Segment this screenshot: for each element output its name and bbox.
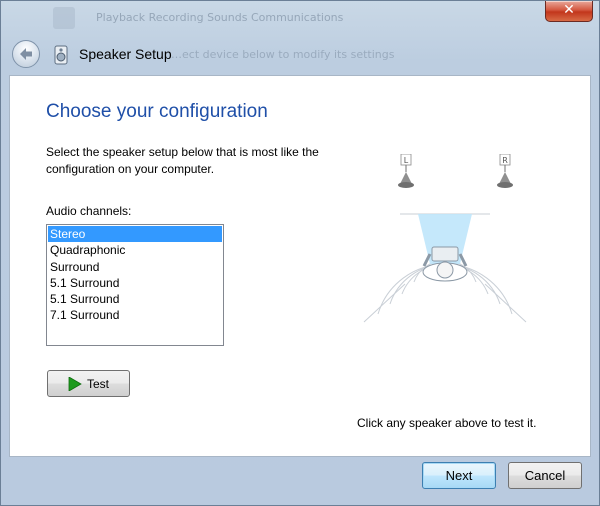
channel-item-surround[interactable]: Surround [48,259,222,275]
speaker-layout-diagram: L R [363,154,527,323]
left-speaker-icon[interactable]: L [398,154,414,188]
next-button[interactable]: Next [422,462,496,489]
play-icon [68,377,82,391]
test-button[interactable]: Test [47,370,130,397]
right-speaker-icon[interactable]: R [497,154,513,188]
speaker-setup-icon [54,45,68,65]
right-speaker-label: R [502,156,508,165]
audio-channels-label: Audio channels: [46,204,132,218]
page-heading: Choose your configuration [46,101,268,122]
close-button[interactable]: ✕ [545,1,593,22]
channel-item-quadraphonic[interactable]: Quadraphonic [48,242,222,258]
test-button-label: Test [87,377,110,391]
speaker-test-hint: Click any speaker above to test it. [357,416,537,430]
channel-item-5-1-surround-2[interactable]: 5.1 Surround [48,291,222,307]
background-window-icon [53,7,75,29]
background-instruction-ghost: …ect device below to modify its settings [171,48,395,61]
back-arrow-icon [20,48,32,60]
window-title: Speaker Setup [79,46,172,62]
cancel-button[interactable]: Cancel [508,462,582,489]
channel-item-5-1-surround[interactable]: 5.1 Surround [48,275,222,291]
left-speaker-label: L [404,156,409,165]
speaker-setup-window: Playback Recording Sounds Communications… [0,0,600,506]
audio-channels-listbox[interactable]: Stereo Quadraphonic Surround 5.1 Surroun… [46,224,224,346]
background-tabs-ghost: Playback Recording Sounds Communications [96,11,344,24]
page-description: Select the speaker setup below that is m… [46,145,319,176]
channel-item-7-1-surround[interactable]: 7.1 Surround [48,307,222,323]
channel-item-stereo[interactable]: Stereo [48,226,222,243]
wizard-content-panel: Choose your configuration Select the spe… [9,75,591,457]
close-icon: ✕ [563,2,575,18]
back-button[interactable] [12,40,40,68]
